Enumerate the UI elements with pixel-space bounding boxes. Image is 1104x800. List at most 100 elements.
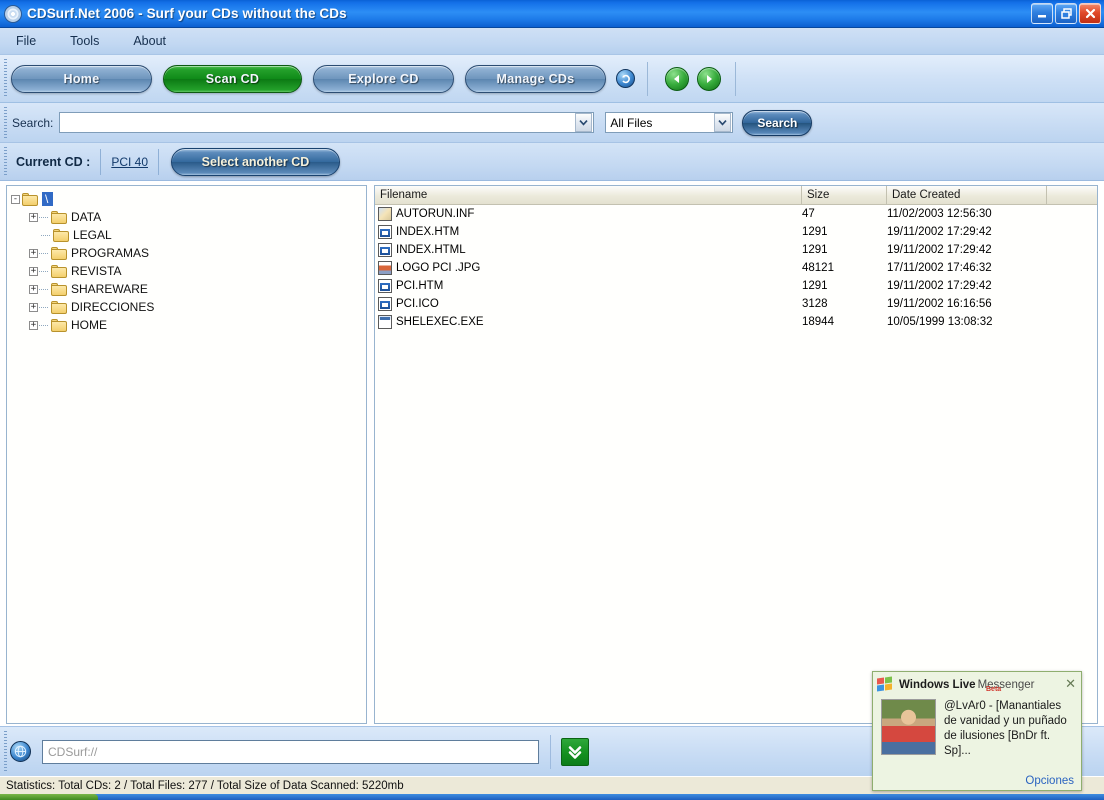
folder-tree: - \ + DATA LEGAL + PROGRAMAS + REVISTA +… [7,186,366,334]
file-filter-select[interactable]: All Files [605,112,734,133]
file-date: 19/11/2002 17:29:42 [887,280,992,292]
home-button[interactable]: Home [11,64,152,93]
expand-icon[interactable]: + [29,284,38,294]
maximize-button[interactable] [1055,3,1077,24]
minimize-button[interactable] [1031,3,1053,24]
menu-item-about[interactable]: About [129,32,170,50]
column-header-size[interactable]: Size [802,186,887,204]
table-row[interactable]: PCI.ICO 3128 19/11/2002 16:16:56 [375,295,1097,313]
file-name-cell: AUTORUN.INF [375,207,802,221]
address-grip[interactable] [4,731,7,772]
chevron-down-icon[interactable] [575,113,593,132]
file-name: AUTORUN.INF [396,208,475,220]
tree-item-revista[interactable]: + REVISTA [11,262,366,280]
search-bar: Search: All Files Search [0,103,1104,143]
file-name-cell: PCI.HTM [375,279,802,293]
tree-item-label: DATA [71,210,102,224]
search-input[interactable] [59,112,595,133]
expand-icon[interactable]: + [29,266,38,276]
globe-refresh-icon[interactable] [616,69,635,88]
tree-item-shareware[interactable]: + SHAREWARE [11,280,366,298]
current-cd-name-link[interactable]: PCI 40 [111,155,148,169]
tree-item-programas[interactable]: + PROGRAMAS [11,244,366,262]
column-header-extra[interactable] [1047,186,1097,204]
messenger-header: Windows Live Messenger Beta ✕ [873,672,1081,697]
table-row[interactable]: AUTORUN.INF 47 11/02/2003 12:56:30 [375,205,1097,223]
tree-connector [39,270,48,272]
expand-icon[interactable]: + [29,320,38,330]
tree-item-label: SHAREWARE [71,282,148,296]
expand-icon[interactable]: + [29,248,38,258]
scan-cd-button[interactable]: Scan CD [163,64,302,93]
tree-connector [41,234,50,236]
messenger-options-link[interactable]: Opciones [1025,775,1074,787]
table-row[interactable]: SHELEXEC.EXE 18944 10/05/1999 13:08:32 [375,313,1097,331]
menu-item-file[interactable]: File [12,32,40,50]
messenger-notification[interactable]: Windows Live Messenger Beta ✕ @LvAr0 - [… [872,671,1082,791]
file-name-cell: LOGO PCI .JPG [375,261,802,275]
file-size: 1291 [802,244,828,256]
expand-icon[interactable]: + [29,212,38,222]
start-button[interactable] [0,794,98,800]
tree-connector [39,288,48,290]
menu-item-tools[interactable]: Tools [66,32,103,50]
table-row[interactable]: INDEX.HTM 1291 19/11/2002 17:29:42 [375,223,1097,241]
file-size: 47 [802,208,815,220]
folder-icon [51,246,67,260]
toolbar-grip[interactable] [4,59,7,98]
arrow-right-icon[interactable] [697,66,721,91]
file-list-header: Filename Size Date Created [375,186,1097,205]
column-header-filename[interactable]: Filename [375,186,802,204]
file-name-cell: SHELEXEC.EXE [375,315,802,329]
folder-tree-panel[interactable]: - \ + DATA LEGAL + PROGRAMAS + REVISTA +… [6,185,367,724]
table-row[interactable]: PCI.HTM 1291 19/11/2002 17:29:42 [375,277,1097,295]
table-row[interactable]: INDEX.HTML 1291 19/11/2002 17:29:42 [375,241,1097,259]
file-date: 17/11/2002 17:46:32 [887,262,992,274]
file-size: 3128 [802,298,828,310]
folder-icon [51,282,67,296]
jpg-file-icon [378,261,392,275]
file-name: SHELEXEC.EXE [396,316,484,328]
double-chevron-down-icon[interactable] [561,737,589,766]
application-window: CDSurf.Net 2006 - Surf your CDs without … [0,0,1104,800]
folder-icon [51,264,67,278]
close-icon[interactable]: ✕ [1065,676,1076,692]
explore-cd-button[interactable]: Explore CD [313,64,454,93]
main-content: - \ + DATA LEGAL + PROGRAMAS + REVISTA +… [0,181,1104,726]
expand-icon[interactable]: + [29,302,38,312]
tree-item-home[interactable]: + HOME [11,316,366,334]
table-row[interactable]: LOGO PCI .JPG 48121 17/11/2002 17:46:32 [375,259,1097,277]
divider [100,148,102,175]
html-file-icon [378,279,392,293]
file-name: LOGO PCI .JPG [396,262,481,274]
select-another-cd-button[interactable]: Select another CD [171,147,340,176]
file-name: INDEX.HTM [396,226,460,238]
search-grip[interactable] [4,107,7,138]
collapse-icon[interactable]: - [11,194,20,204]
tree-item-legal[interactable]: LEGAL [11,226,366,244]
tree-item-root[interactable]: - \ [11,190,366,208]
beta-badge: Beta [986,686,1002,693]
file-size: 48121 [802,262,834,274]
divider-2 [158,148,159,175]
manage-cds-button[interactable]: Manage CDs [465,64,606,93]
file-list-panel[interactable]: Filename Size Date Created AUTORUN.INF 4… [374,185,1098,724]
tree-item-direcciones[interactable]: + DIRECCIONES [11,298,366,316]
search-button[interactable]: Search [742,109,813,136]
current-cd-grip[interactable] [4,147,7,176]
desktop-taskbar [0,794,1104,800]
column-header-date-created[interactable]: Date Created [887,186,1047,204]
html-file-icon [378,243,392,257]
tree-connector [39,252,48,254]
folder-icon [22,192,38,206]
address-input[interactable]: CDSurf:// [42,739,539,764]
chevron-down-icon-filter[interactable] [714,113,732,132]
tree-item-data[interactable]: + DATA [11,208,366,226]
tree-connector [39,324,48,326]
folder-icon [53,228,69,242]
close-button[interactable] [1079,3,1101,24]
arrow-left-icon[interactable] [665,66,689,91]
current-cd-label: Current CD : [16,154,91,169]
file-date: 19/11/2002 16:16:56 [887,298,992,310]
ico-file-icon [378,297,392,311]
